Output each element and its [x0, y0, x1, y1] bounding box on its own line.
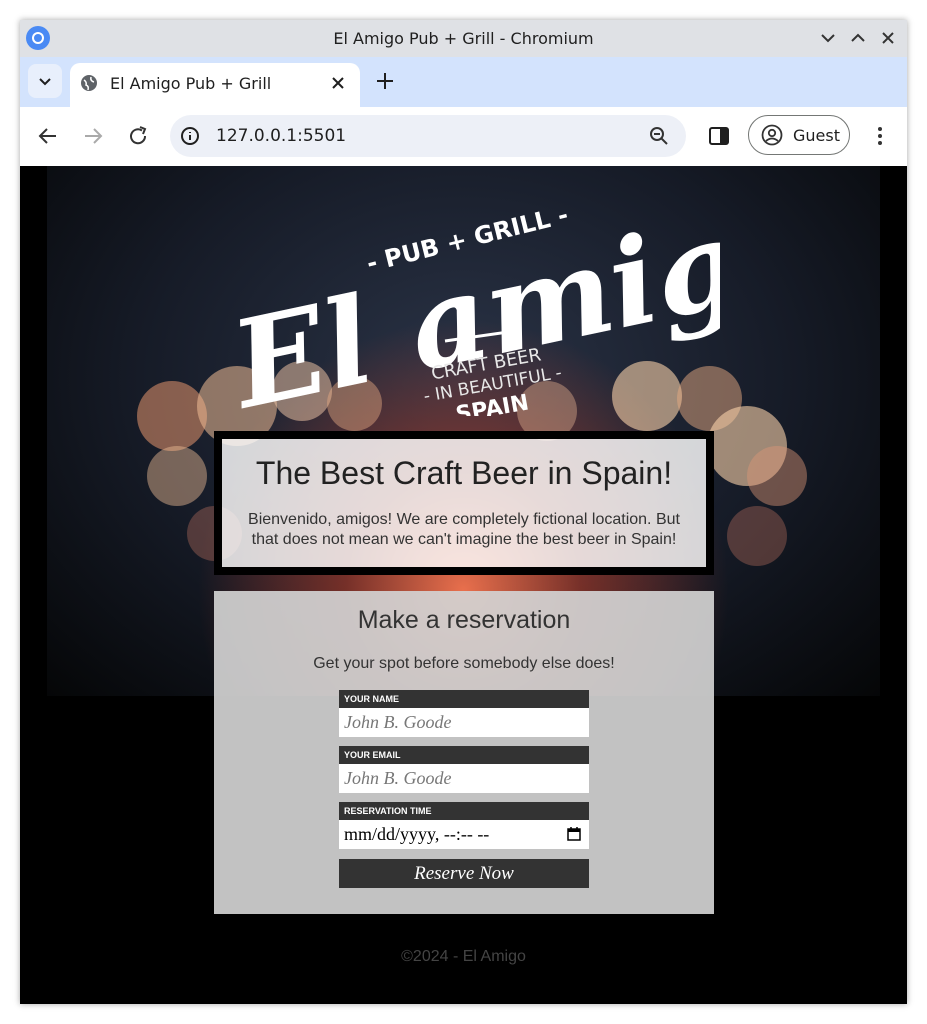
reservation-section: Make a reservation Get your spot before … — [214, 591, 714, 914]
name-input[interactable]: John B. Goode — [339, 708, 589, 737]
time-field: RESERVATION TIME mm/dd/yyyy, --:-- -- — [339, 802, 589, 849]
minimize-icon[interactable] — [816, 26, 840, 50]
calendar-icon[interactable] — [567, 827, 581, 841]
avatar-icon — [761, 124, 783, 146]
tab-title: El Amigo Pub + Grill — [110, 74, 272, 93]
window-title: El Amigo Pub + Grill - Chromium — [333, 29, 594, 48]
maximize-icon[interactable] — [846, 26, 870, 50]
time-input[interactable]: mm/dd/yyyy, --:-- -- — [339, 820, 589, 849]
hero-box: The Best Craft Beer in Spain! Bienvenido… — [214, 431, 714, 575]
forward-arrow-icon[interactable] — [81, 124, 105, 148]
reload-icon[interactable] — [126, 124, 150, 148]
tab-active[interactable]: El Amigo Pub + Grill — [70, 63, 360, 107]
hero-text: Bienvenido, amigos! We are completely fi… — [248, 511, 680, 548]
tab-search-button[interactable] — [28, 64, 62, 98]
more-menu-icon[interactable] — [870, 124, 890, 148]
title-bar: El Amigo Pub + Grill - Chromium — [20, 20, 907, 57]
email-label: YOUR EMAIL — [339, 746, 589, 764]
name-field: YOUR NAME John B. Goode — [339, 690, 589, 737]
name-label: YOUR NAME — [339, 690, 589, 708]
reserve-now-button[interactable]: Reserve Now — [339, 859, 589, 888]
footer-copyright: ©2024 - El Amigo — [401, 948, 526, 965]
browser-toolbar: 127.0.0.1:5501 Guest — [20, 107, 907, 167]
site-info-icon[interactable] — [180, 126, 200, 146]
new-tab-icon[interactable] — [372, 68, 398, 94]
profile-button[interactable]: Guest — [748, 115, 850, 155]
zoom-out-icon[interactable] — [648, 125, 670, 147]
chevron-down-icon — [39, 78, 51, 86]
email-field: YOUR EMAIL John B. Goode — [339, 746, 589, 793]
time-label: RESERVATION TIME — [339, 802, 589, 820]
tab-strip: El Amigo Pub + Grill — [20, 57, 907, 107]
side-panel-icon[interactable] — [708, 125, 730, 147]
reservation-subtitle: Get your spot before somebody else does! — [313, 655, 615, 672]
el-amigo-logo: - PUB + GRILL - El amigo CRAFT BEER - IN… — [218, 176, 720, 416]
globe-icon — [81, 75, 97, 91]
profile-label: Guest — [793, 126, 840, 145]
address-bar[interactable]: 127.0.0.1:5501 — [170, 115, 686, 157]
browser-window: El Amigo Pub + Grill - Chromium El Amigo… — [20, 20, 907, 1004]
url-text[interactable]: 127.0.0.1:5501 — [216, 126, 346, 146]
email-input[interactable]: John B. Goode — [339, 764, 589, 793]
back-arrow-icon[interactable] — [36, 124, 60, 148]
close-window-icon[interactable] — [876, 26, 900, 50]
web-page: - PUB + GRILL - El amigo CRAFT BEER - IN… — [20, 166, 907, 1004]
close-tab-icon[interactable] — [328, 73, 348, 93]
reservation-title: Make a reservation — [357, 606, 571, 634]
hero-title: The Best Craft Beer in Spain! — [255, 455, 673, 491]
